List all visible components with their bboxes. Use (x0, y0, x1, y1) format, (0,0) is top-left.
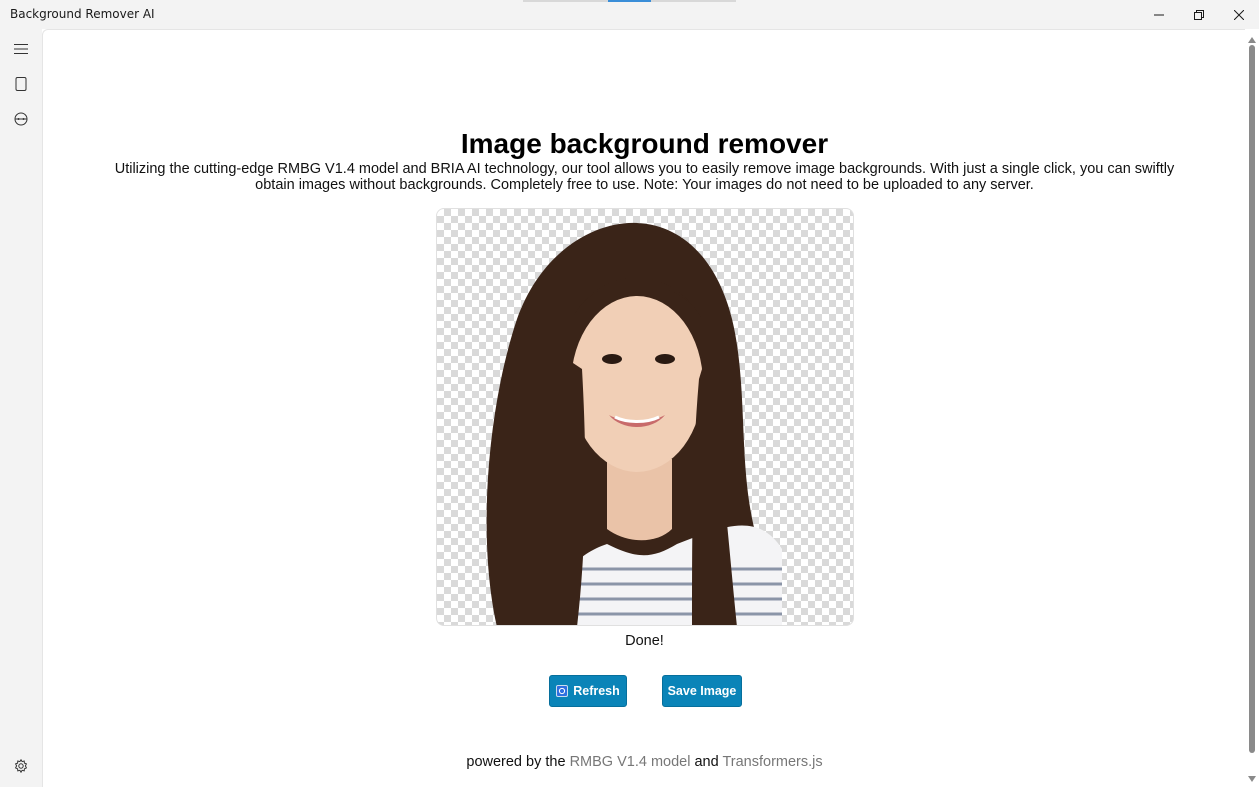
save-image-label: Save Image (667, 684, 737, 698)
close-button[interactable] (1219, 0, 1259, 29)
restore-button[interactable] (1179, 0, 1219, 29)
minimize-button[interactable] (1139, 0, 1179, 29)
title-bar: Background Remover AI (0, 0, 1259, 29)
nav-web-button[interactable] (6, 104, 36, 134)
footer-and: and (690, 754, 723, 770)
refresh-label: Refresh (573, 684, 620, 698)
gear-icon (14, 759, 28, 773)
nav-device-button[interactable] (6, 69, 36, 99)
main-content: Image background remover Utilizing the c… (42, 29, 1245, 787)
scroll-up-icon[interactable] (1248, 37, 1256, 43)
refresh-icon (556, 685, 569, 697)
tab-indicator (523, 0, 736, 2)
footer-prefix: powered by the (466, 754, 570, 770)
settings-button[interactable] (6, 751, 36, 781)
app-title: Background Remover AI (10, 7, 155, 21)
minimize-icon (1154, 14, 1164, 15)
refresh-button[interactable]: Refresh (549, 675, 627, 707)
footer: powered by the RMBG V1.4 model and Trans… (43, 754, 1246, 770)
result-image (436, 208, 854, 626)
page-description: Utilizing the cutting-edge RMBG V1.4 mod… (114, 161, 1175, 193)
portrait-cutout (486, 222, 782, 625)
scroll-thumb[interactable] (1249, 45, 1255, 753)
globe-icon (14, 112, 28, 126)
hamburger-menu-icon (14, 44, 28, 54)
rmbg-model-link[interactable]: RMBG V1.4 model (570, 754, 691, 770)
transformers-link[interactable]: Transformers.js (722, 754, 822, 770)
page-title: Image background remover (460, 128, 829, 159)
nav-rail (0, 29, 42, 787)
face-shape (571, 296, 703, 472)
scroll-down-icon[interactable] (1248, 776, 1256, 782)
status-text: Done! (625, 633, 664, 649)
restore-icon (1194, 9, 1204, 20)
vertical-scrollbar[interactable] (1245, 29, 1259, 787)
tablet-icon (15, 77, 27, 91)
close-icon (1234, 9, 1244, 20)
save-image-button[interactable]: Save Image (662, 675, 742, 707)
nav-menu-button[interactable] (6, 34, 36, 64)
